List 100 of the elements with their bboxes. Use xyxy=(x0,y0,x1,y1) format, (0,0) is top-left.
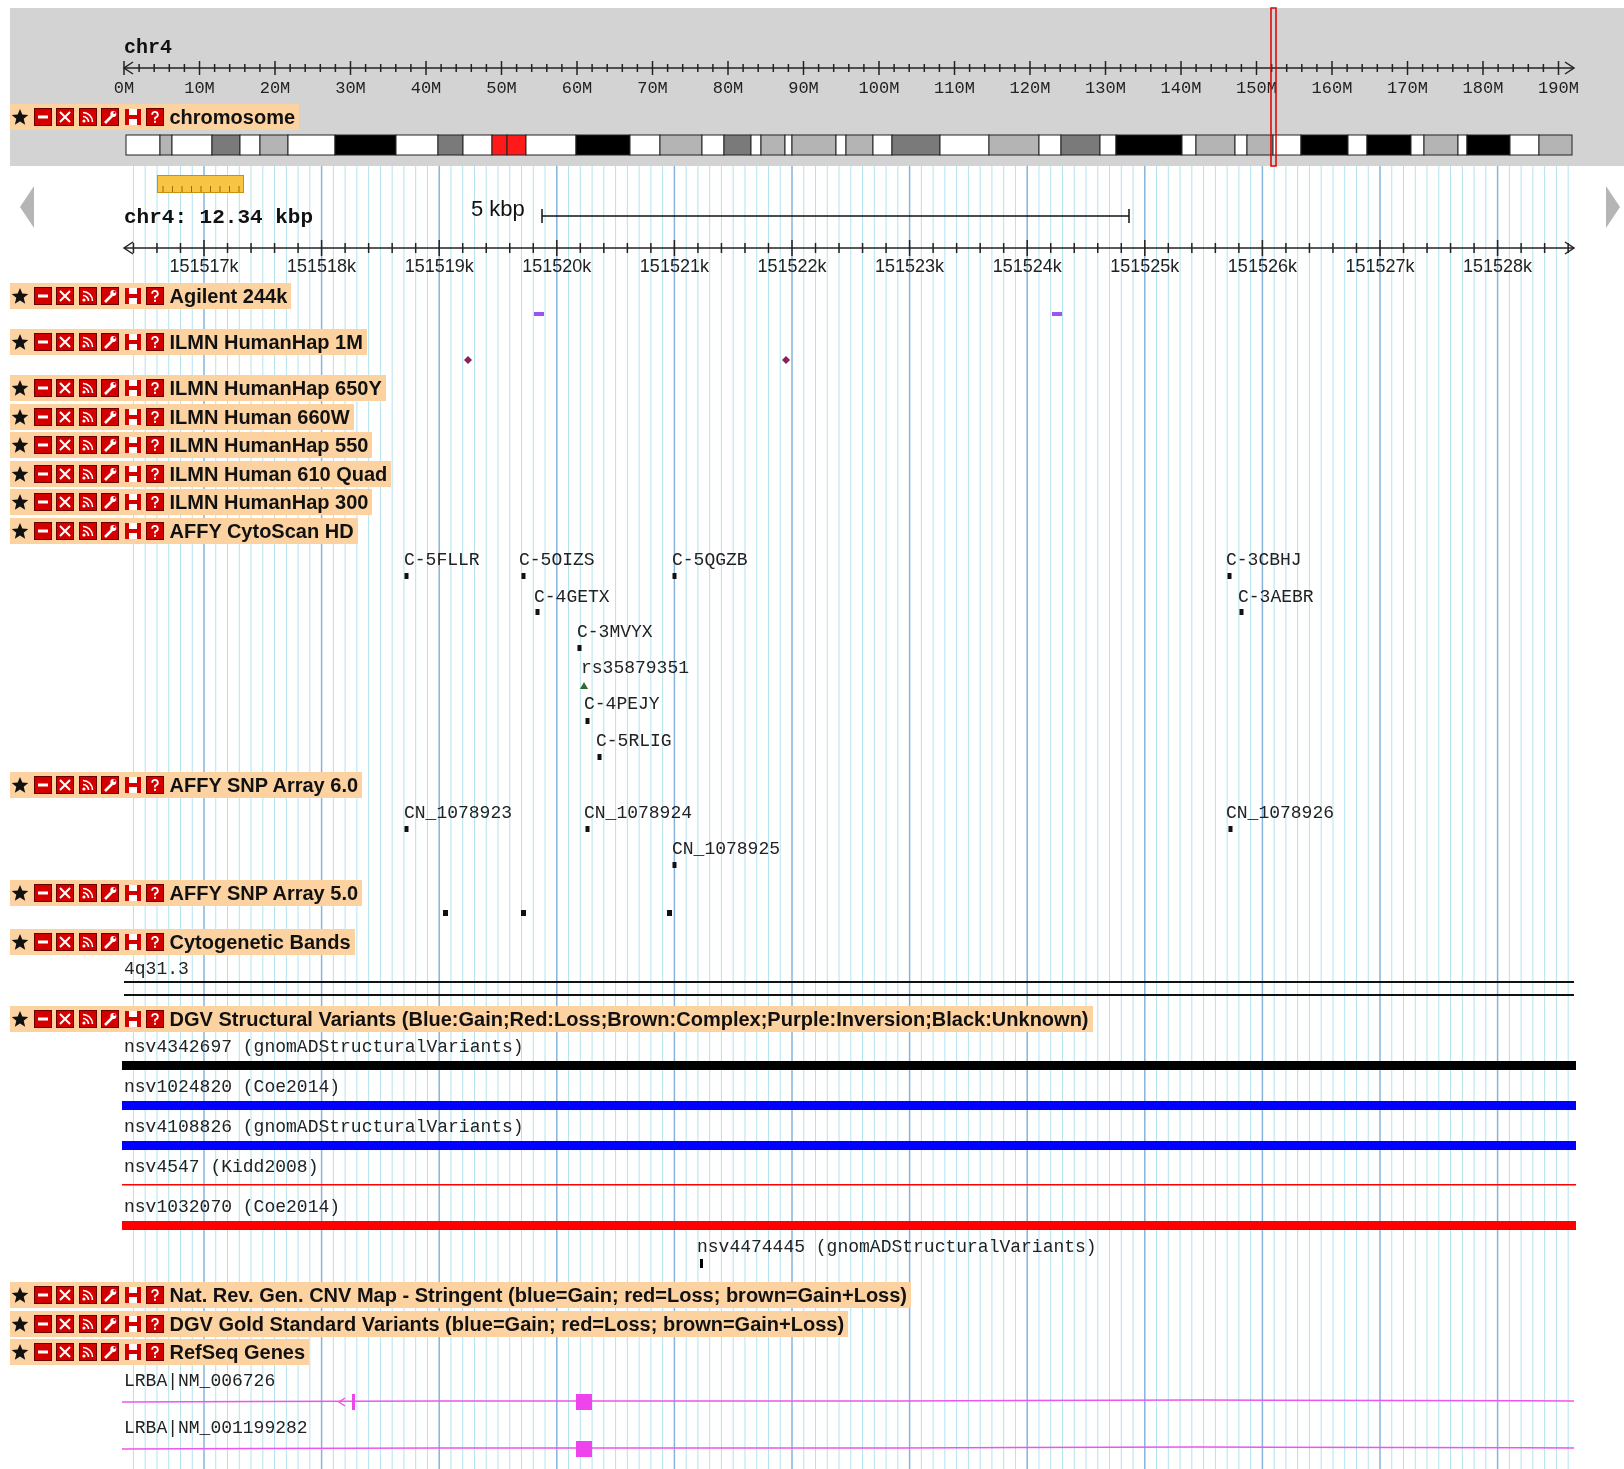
feed-icon[interactable] xyxy=(78,933,97,951)
wrench-icon[interactable] xyxy=(101,408,119,426)
help-icon[interactable] xyxy=(146,522,164,540)
help-icon[interactable] xyxy=(146,1286,164,1304)
feed-icon[interactable] xyxy=(78,379,97,397)
close-icon[interactable] xyxy=(56,1286,74,1304)
wrench-icon[interactable] xyxy=(101,333,119,351)
close-icon[interactable] xyxy=(56,108,74,126)
minimize-icon[interactable] xyxy=(33,493,52,511)
minimize-icon[interactable] xyxy=(33,1010,52,1028)
wrench-icon[interactable] xyxy=(101,1343,119,1361)
close-icon[interactable] xyxy=(56,333,74,351)
star-icon[interactable] xyxy=(11,776,29,794)
star-icon[interactable] xyxy=(11,436,29,454)
minimize-icon[interactable] xyxy=(33,884,52,902)
wrench-icon[interactable] xyxy=(101,1315,119,1333)
close-icon[interactable] xyxy=(56,1343,74,1361)
help-icon[interactable] xyxy=(146,884,164,902)
help-icon[interactable] xyxy=(146,493,164,511)
wrench-icon[interactable] xyxy=(101,522,119,540)
help-icon[interactable] xyxy=(146,776,164,794)
close-icon[interactable] xyxy=(56,884,74,902)
help-icon[interactable] xyxy=(146,465,164,483)
close-icon[interactable] xyxy=(56,379,74,397)
minimize-icon[interactable] xyxy=(33,379,52,397)
star-icon[interactable] xyxy=(11,287,29,305)
minimize-icon[interactable] xyxy=(33,465,52,483)
close-icon[interactable] xyxy=(56,493,74,511)
feed-icon[interactable] xyxy=(78,1286,97,1304)
feed-icon[interactable] xyxy=(78,1315,97,1333)
close-icon[interactable] xyxy=(56,287,74,305)
feed-icon[interactable] xyxy=(78,776,97,794)
help-icon[interactable] xyxy=(146,108,164,126)
feed-icon[interactable] xyxy=(78,287,97,305)
wrench-icon[interactable] xyxy=(101,465,119,483)
feed-icon[interactable] xyxy=(78,522,97,540)
minimize-icon[interactable] xyxy=(33,1315,52,1333)
close-icon[interactable] xyxy=(56,436,74,454)
help-icon[interactable] xyxy=(146,408,164,426)
tick-label: 151522k xyxy=(757,255,827,276)
wrench-icon[interactable] xyxy=(101,379,119,397)
star-icon[interactable] xyxy=(11,108,29,126)
wrench-icon[interactable] xyxy=(101,436,119,454)
variant-label: nsv1024820 (Coe2014) xyxy=(124,1076,341,1097)
close-icon[interactable] xyxy=(56,776,74,794)
wrench-icon[interactable] xyxy=(101,108,119,126)
minimize-icon[interactable] xyxy=(33,776,52,794)
close-icon[interactable] xyxy=(56,1315,74,1333)
wrench-icon[interactable] xyxy=(101,287,119,305)
close-icon[interactable] xyxy=(56,522,74,540)
star-icon[interactable] xyxy=(11,333,29,351)
feed-icon[interactable] xyxy=(78,436,97,454)
tick-label: 40M xyxy=(410,79,442,99)
wrench-icon[interactable] xyxy=(101,1010,119,1028)
star-icon[interactable] xyxy=(11,933,29,951)
wrench-icon[interactable] xyxy=(101,884,119,902)
help-icon[interactable] xyxy=(146,1343,164,1361)
feed-icon[interactable] xyxy=(78,884,97,902)
feed-icon[interactable] xyxy=(78,1343,97,1361)
help-icon[interactable] xyxy=(146,933,164,951)
minimize-icon[interactable] xyxy=(33,108,52,126)
minimize-icon[interactable] xyxy=(33,1343,52,1361)
feed-icon[interactable] xyxy=(78,1010,97,1028)
chromosome-ideogram[interactable] xyxy=(125,134,1573,156)
close-icon[interactable] xyxy=(56,408,74,426)
feed-icon[interactable] xyxy=(78,333,97,351)
wrench-icon[interactable] xyxy=(101,493,119,511)
minimize-icon[interactable] xyxy=(33,287,52,305)
star-icon[interactable] xyxy=(11,408,29,426)
feed-icon[interactable] xyxy=(78,108,97,126)
minimize-icon[interactable] xyxy=(33,408,52,426)
star-icon[interactable] xyxy=(11,1343,29,1361)
minimize-icon[interactable] xyxy=(33,1286,52,1304)
feed-icon[interactable] xyxy=(78,465,97,483)
help-icon[interactable] xyxy=(146,1315,164,1333)
wrench-icon[interactable] xyxy=(101,776,119,794)
close-icon[interactable] xyxy=(56,465,74,483)
star-icon[interactable] xyxy=(11,1286,29,1304)
star-icon[interactable] xyxy=(11,522,29,540)
close-icon[interactable] xyxy=(56,933,74,951)
star-icon[interactable] xyxy=(11,1315,29,1333)
help-icon[interactable] xyxy=(146,1010,164,1028)
feed-icon[interactable] xyxy=(78,493,97,511)
help-icon[interactable] xyxy=(146,436,164,454)
feed-icon[interactable] xyxy=(78,408,97,426)
star-icon[interactable] xyxy=(11,379,29,397)
help-icon[interactable] xyxy=(146,379,164,397)
star-icon[interactable] xyxy=(11,493,29,511)
help-icon[interactable] xyxy=(146,333,164,351)
wrench-icon[interactable] xyxy=(101,1286,119,1304)
star-icon[interactable] xyxy=(11,465,29,483)
wrench-icon[interactable] xyxy=(101,933,119,951)
minimize-icon[interactable] xyxy=(33,933,52,951)
minimize-icon[interactable] xyxy=(33,522,52,540)
help-icon[interactable] xyxy=(146,287,164,305)
minimize-icon[interactable] xyxy=(33,436,52,454)
minimize-icon[interactable] xyxy=(33,333,52,351)
close-icon[interactable] xyxy=(56,1010,74,1028)
star-icon[interactable] xyxy=(11,1010,29,1028)
star-icon[interactable] xyxy=(11,884,29,902)
